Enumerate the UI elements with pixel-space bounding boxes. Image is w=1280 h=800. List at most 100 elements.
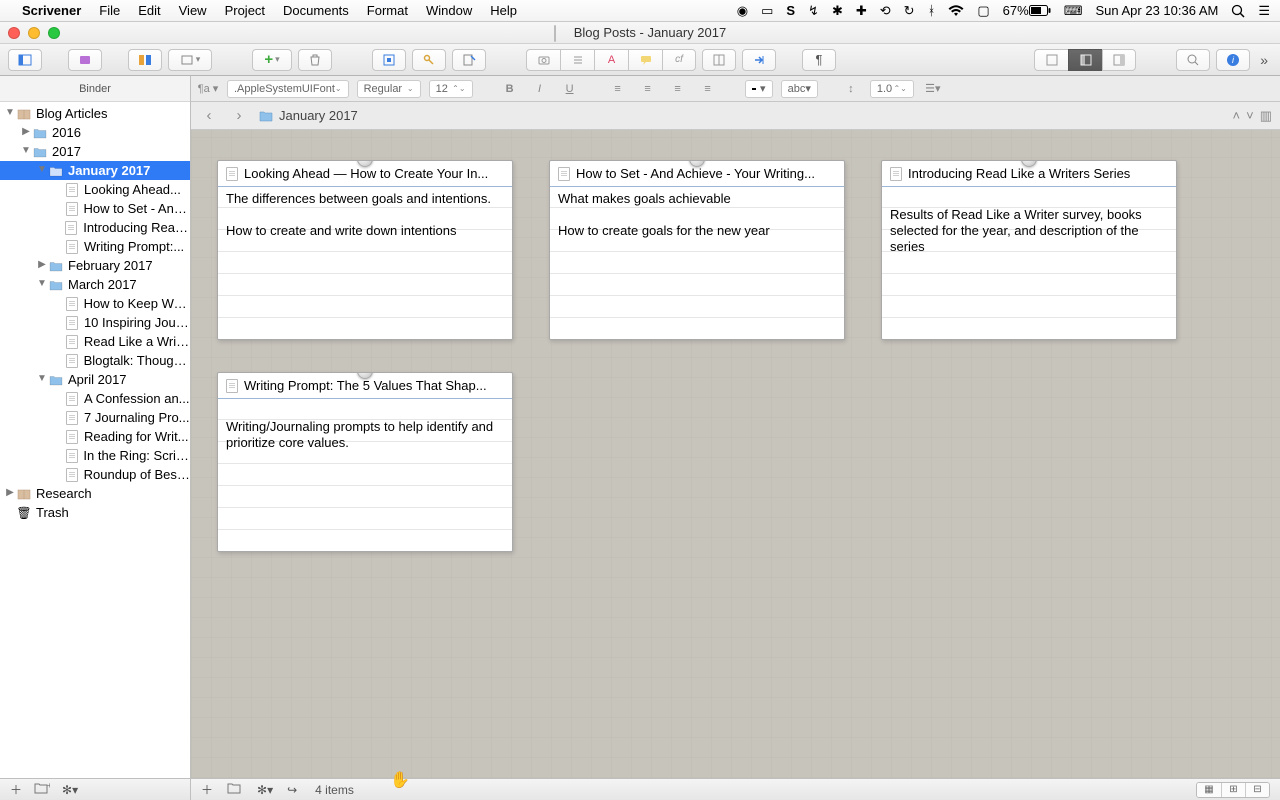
italic-button[interactable]: I (529, 80, 551, 98)
disclosure-triangle-icon[interactable] (4, 107, 16, 118)
plus-icon[interactable]: ✚ (856, 3, 867, 19)
app-icon-s[interactable]: S (786, 3, 795, 18)
add-item-button[interactable]: ＋ (10, 781, 22, 798)
battery-status[interactable]: 67% (1003, 3, 1051, 18)
inspector-button[interactable]: i (1216, 49, 1250, 71)
disclosure-triangle-icon[interactable] (36, 278, 48, 289)
footer-action-button[interactable]: ✻▾ (257, 783, 273, 797)
outline-button[interactable] (560, 49, 594, 71)
font-style-select[interactable]: Regular⌄ (357, 80, 421, 98)
path-location[interactable]: January 2017 (259, 108, 358, 123)
tree-folder[interactable]: Blog Articles (0, 104, 190, 123)
disclosure-triangle-icon[interactable] (36, 164, 48, 175)
collections-button[interactable] (68, 49, 102, 71)
bold-button[interactable]: B (499, 80, 521, 98)
menu-view[interactable]: View (179, 3, 207, 18)
binder-toggle-button[interactable] (8, 49, 42, 71)
tree-folder[interactable]: Research (0, 484, 190, 503)
paragraph-button[interactable]: ¶ (802, 49, 836, 71)
close-window-button[interactable] (8, 27, 20, 39)
tree-folder[interactable]: April 2017 (0, 370, 190, 389)
freeform-view-icon[interactable]: ⊞ (1221, 783, 1245, 797)
tree-folder[interactable]: January 2017 (0, 161, 190, 180)
tree-trash[interactable]: 🗑Trash (0, 503, 190, 522)
menu-documents[interactable]: Documents (283, 3, 349, 18)
compile-button[interactable] (742, 49, 776, 71)
tree-document[interactable]: How to Set - And... (0, 199, 190, 218)
index-card[interactable]: Writing Prompt: The 5 Values That Shap..… (217, 372, 513, 552)
notification-center-icon[interactable]: ☰ (1258, 3, 1270, 19)
view-group-button[interactable]: ▾ (168, 49, 212, 71)
disclosure-triangle-icon[interactable] (36, 373, 48, 384)
menu-file[interactable]: File (99, 3, 120, 18)
keyboard-icon[interactable]: ⌨ (1064, 3, 1083, 19)
disclosure-triangle-icon[interactable] (20, 126, 32, 137)
zoom-window-button[interactable] (48, 27, 60, 39)
font-family-select[interactable]: .AppleSystemUIFont⌄ (227, 80, 349, 98)
view-mode-text-button[interactable] (372, 49, 406, 71)
disclosure-triangle-icon[interactable] (4, 487, 16, 498)
sync-icon[interactable]: ⟲ (880, 3, 891, 19)
nav-up-icon[interactable]: ˄ (1233, 108, 1241, 124)
no-split-button[interactable] (1034, 49, 1068, 71)
tree-document[interactable]: Introducing Read... (0, 218, 190, 237)
tree-document[interactable]: Looking Ahead... (0, 180, 190, 199)
tree-document[interactable]: Roundup of Best... (0, 465, 190, 484)
footer-add-folder-button[interactable] (227, 782, 243, 797)
tree-folder[interactable]: 2016 (0, 123, 190, 142)
text-color-button[interactable]: ▾ (745, 80, 773, 98)
grid-view-icon[interactable]: ▦ (1197, 783, 1221, 797)
nav-down-icon[interactable]: ˅ (1246, 108, 1254, 124)
line-spacing-select[interactable]: 1.0⌃⌄ (870, 80, 914, 98)
highlight-button[interactable]: abc▾ (781, 80, 818, 98)
index-card[interactable]: Introducing Read Like a Writers Series R… (881, 160, 1177, 340)
card-synopsis[interactable]: Writing/Journaling prompts to help ident… (218, 399, 512, 551)
menu-help[interactable]: Help (490, 3, 517, 18)
text-view-button[interactable]: A (594, 49, 628, 71)
minimize-window-button[interactable] (28, 27, 40, 39)
evernote-icon[interactable]: ✱ (832, 3, 843, 19)
split-v-button[interactable] (1102, 49, 1136, 71)
list-button[interactable]: ☰▾ (922, 80, 944, 98)
footer-arrow-button[interactable]: ↪ (287, 783, 297, 797)
tree-document[interactable]: 7 Journaling Pro... (0, 408, 190, 427)
tree-document[interactable]: Reading for Writ... (0, 427, 190, 446)
tree-document[interactable]: Writing Prompt:... (0, 237, 190, 256)
align-right-button[interactable]: ≡ (667, 80, 689, 98)
datetime[interactable]: Sun Apr 23 10:36 AM (1095, 3, 1218, 18)
split-icon[interactable]: ▥ (1260, 108, 1272, 124)
split-h-button[interactable] (1068, 49, 1102, 71)
keywords-button[interactable] (412, 49, 446, 71)
comment-button[interactable] (628, 49, 662, 71)
tree-folder[interactable]: 2017 (0, 142, 190, 161)
corkboard[interactable]: Looking Ahead — How to Create Your In...… (191, 130, 1280, 778)
index-card[interactable]: How to Set - And Achieve - Your Writing.… (549, 160, 845, 340)
menu-window[interactable]: Window (426, 3, 472, 18)
align-center-button[interactable]: ≡ (637, 80, 659, 98)
wrap-button[interactable] (702, 49, 736, 71)
align-left-button[interactable]: ≡ (607, 80, 629, 98)
tree-document[interactable]: 10 Inspiring Jour... (0, 313, 190, 332)
underline-button[interactable]: U (559, 80, 581, 98)
footnote-button[interactable]: cf (662, 49, 696, 71)
search-button[interactable] (1176, 49, 1210, 71)
tree-document[interactable]: A Confession an... (0, 389, 190, 408)
action-menu-button[interactable]: ✻▾ (62, 783, 78, 797)
menu-format[interactable]: Format (367, 3, 408, 18)
corkboard-view-toggle[interactable]: ▦ ⊞ ⊟ (1196, 782, 1270, 798)
nav-back-button[interactable]: ‹ (199, 107, 219, 124)
tree-document[interactable]: In the Ring: Scriv... (0, 446, 190, 465)
app-menu[interactable]: Scrivener (22, 3, 81, 18)
tree-document[interactable]: Blogtalk: Though... (0, 351, 190, 370)
disclosure-triangle-icon[interactable] (36, 259, 48, 270)
align-justify-button[interactable]: ≡ (697, 80, 719, 98)
tree-folder[interactable]: February 2017 (0, 256, 190, 275)
card-synopsis[interactable]: The differences between goals and intent… (218, 187, 512, 339)
paragraph-style-button[interactable]: ¶a ▾ (197, 80, 219, 98)
trash-button[interactable] (298, 49, 332, 71)
footer-add-button[interactable]: ＋ (201, 781, 213, 798)
add-folder-button[interactable]: + (34, 782, 50, 797)
binder-tree[interactable]: Blog Articles20162017January 2017Looking… (0, 102, 190, 778)
menu-project[interactable]: Project (225, 3, 265, 18)
tree-folder[interactable]: March 2017 (0, 275, 190, 294)
